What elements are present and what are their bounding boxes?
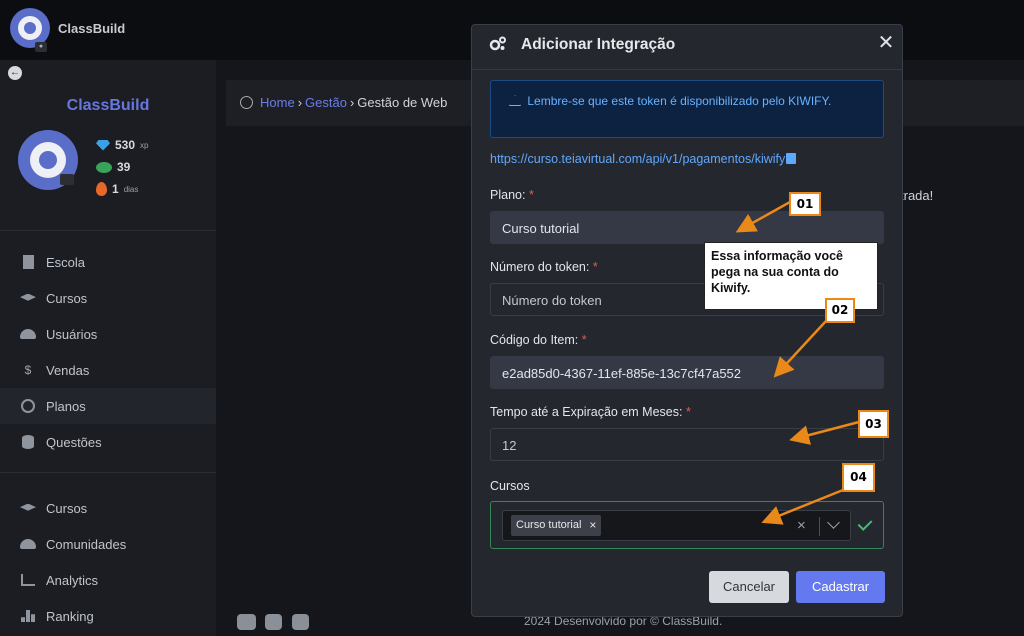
cursos-multiselect[interactable]: Curso tutorial × × (502, 510, 851, 541)
instagram-icon[interactable] (265, 614, 282, 630)
graduation-cap-icon (20, 503, 36, 511)
sidebar-item-ranking[interactable]: Ranking (0, 598, 216, 634)
breadcrumb-home[interactable]: Home (260, 95, 295, 110)
cursos-label: Cursos (490, 479, 530, 493)
item-code-input[interactable]: e2ad85d0-4367-11ef-885e-13c7cf47a552 (490, 356, 884, 389)
dollar-icon: $ (24, 363, 32, 377)
database-icon (22, 435, 34, 449)
sidebar-item-questoes[interactable]: Questões (0, 424, 216, 460)
item-code-label: Código do Item: * (490, 333, 587, 347)
flame-icon (96, 182, 107, 196)
callout-01: 01 (789, 192, 821, 216)
webhook-url-link[interactable]: https://curso.teiavirtual.com/api/v1/pag… (490, 152, 797, 166)
plano-select[interactable]: Curso tutorial (490, 211, 884, 244)
chart-line-icon (21, 574, 35, 586)
chevron-right-icon: › (349, 95, 355, 110)
modal-title: Adicionar Integração (521, 36, 676, 53)
sidebar-item-analytics[interactable]: Analytics (0, 562, 216, 598)
youtube-icon[interactable] (237, 614, 256, 630)
submit-button[interactable]: Cadastrar (796, 571, 885, 603)
breadcrumb-gestao[interactable]: Gestão (305, 95, 347, 110)
gears-icon (489, 36, 506, 51)
ranking-icon (21, 610, 35, 622)
divider (819, 517, 820, 536)
nav-group-community: Cursos Comunidades Analytics Ranking (0, 490, 216, 634)
modal-header: Adicionar Integração ✕ (472, 25, 902, 65)
threads-icon[interactable] (292, 614, 309, 630)
share-nodes-icon (21, 399, 35, 413)
sidebar-item-comunidades[interactable]: Comunidades (0, 526, 216, 562)
divider (472, 69, 902, 70)
sidebar-item-escola[interactable]: Escola (0, 244, 216, 280)
token-label: Número do token: * (490, 260, 598, 274)
plano-label: Plano: * (490, 188, 534, 202)
sidebar-item-cursos-2[interactable]: Cursos (0, 490, 216, 526)
callout-03: 03 (858, 410, 889, 438)
chevron-right-icon: › (297, 95, 303, 110)
clear-selection-icon[interactable]: × (797, 517, 806, 535)
chevron-down-icon[interactable] (827, 516, 840, 529)
close-icon[interactable]: ✕ (877, 33, 895, 53)
avatar[interactable] (18, 130, 78, 190)
divider (0, 472, 216, 473)
cancel-button[interactable]: Cancelar (709, 571, 789, 603)
camera-icon (60, 174, 74, 185)
expiry-label: Tempo até a Expiração em Meses: * (490, 405, 691, 419)
divider (0, 230, 216, 231)
building-icon (22, 255, 34, 269)
profile-stats: 530 xp 39 1 dias (96, 134, 148, 200)
gem-icon (96, 139, 110, 151)
warning-icon (509, 95, 521, 106)
sidebar-item-planos[interactable]: Planos (0, 388, 216, 424)
sidebar-item-vendas[interactable]: $ Vendas (0, 352, 216, 388)
sidebar-item-usuarios[interactable]: Usuários (0, 316, 216, 352)
callout-02: 02 (825, 298, 855, 323)
users-icon (20, 329, 36, 339)
sidebar-brand: ClassBuild (66, 97, 150, 114)
home-icon (240, 96, 253, 109)
breadcrumb: Home › Gestão › Gestão de Web (240, 95, 447, 110)
coins-icon (96, 161, 112, 173)
users-icon (20, 539, 36, 549)
cursos-field: Curso tutorial × × (490, 501, 884, 549)
callout-04: 04 (842, 463, 875, 492)
sidebar: ← ClassBuild 530 xp 39 1 dias Escola Curso… (0, 60, 216, 636)
nav-group-management: Escola Cursos Usuários $ Vendas Planos Qu… (0, 244, 216, 460)
camera-icon: ● (35, 42, 47, 52)
sidebar-item-cursos[interactable]: Cursos (0, 280, 216, 316)
selected-course-tag: Curso tutorial × (511, 515, 602, 536)
expiry-input[interactable]: 12 (490, 428, 884, 461)
copy-icon[interactable] (786, 153, 797, 164)
valid-check-icon (857, 516, 873, 531)
breadcrumb-current: Gestão de Web (357, 95, 448, 110)
graduation-cap-icon (20, 293, 36, 301)
remove-tag-icon[interactable]: × (589, 515, 596, 536)
info-alert: Lembre-se que este token é disponibiliza… (490, 80, 884, 138)
brand-name: ClassBuild (58, 21, 126, 36)
background-message: trada! (900, 188, 934, 203)
collapse-sidebar-icon[interactable]: ← (8, 66, 22, 80)
